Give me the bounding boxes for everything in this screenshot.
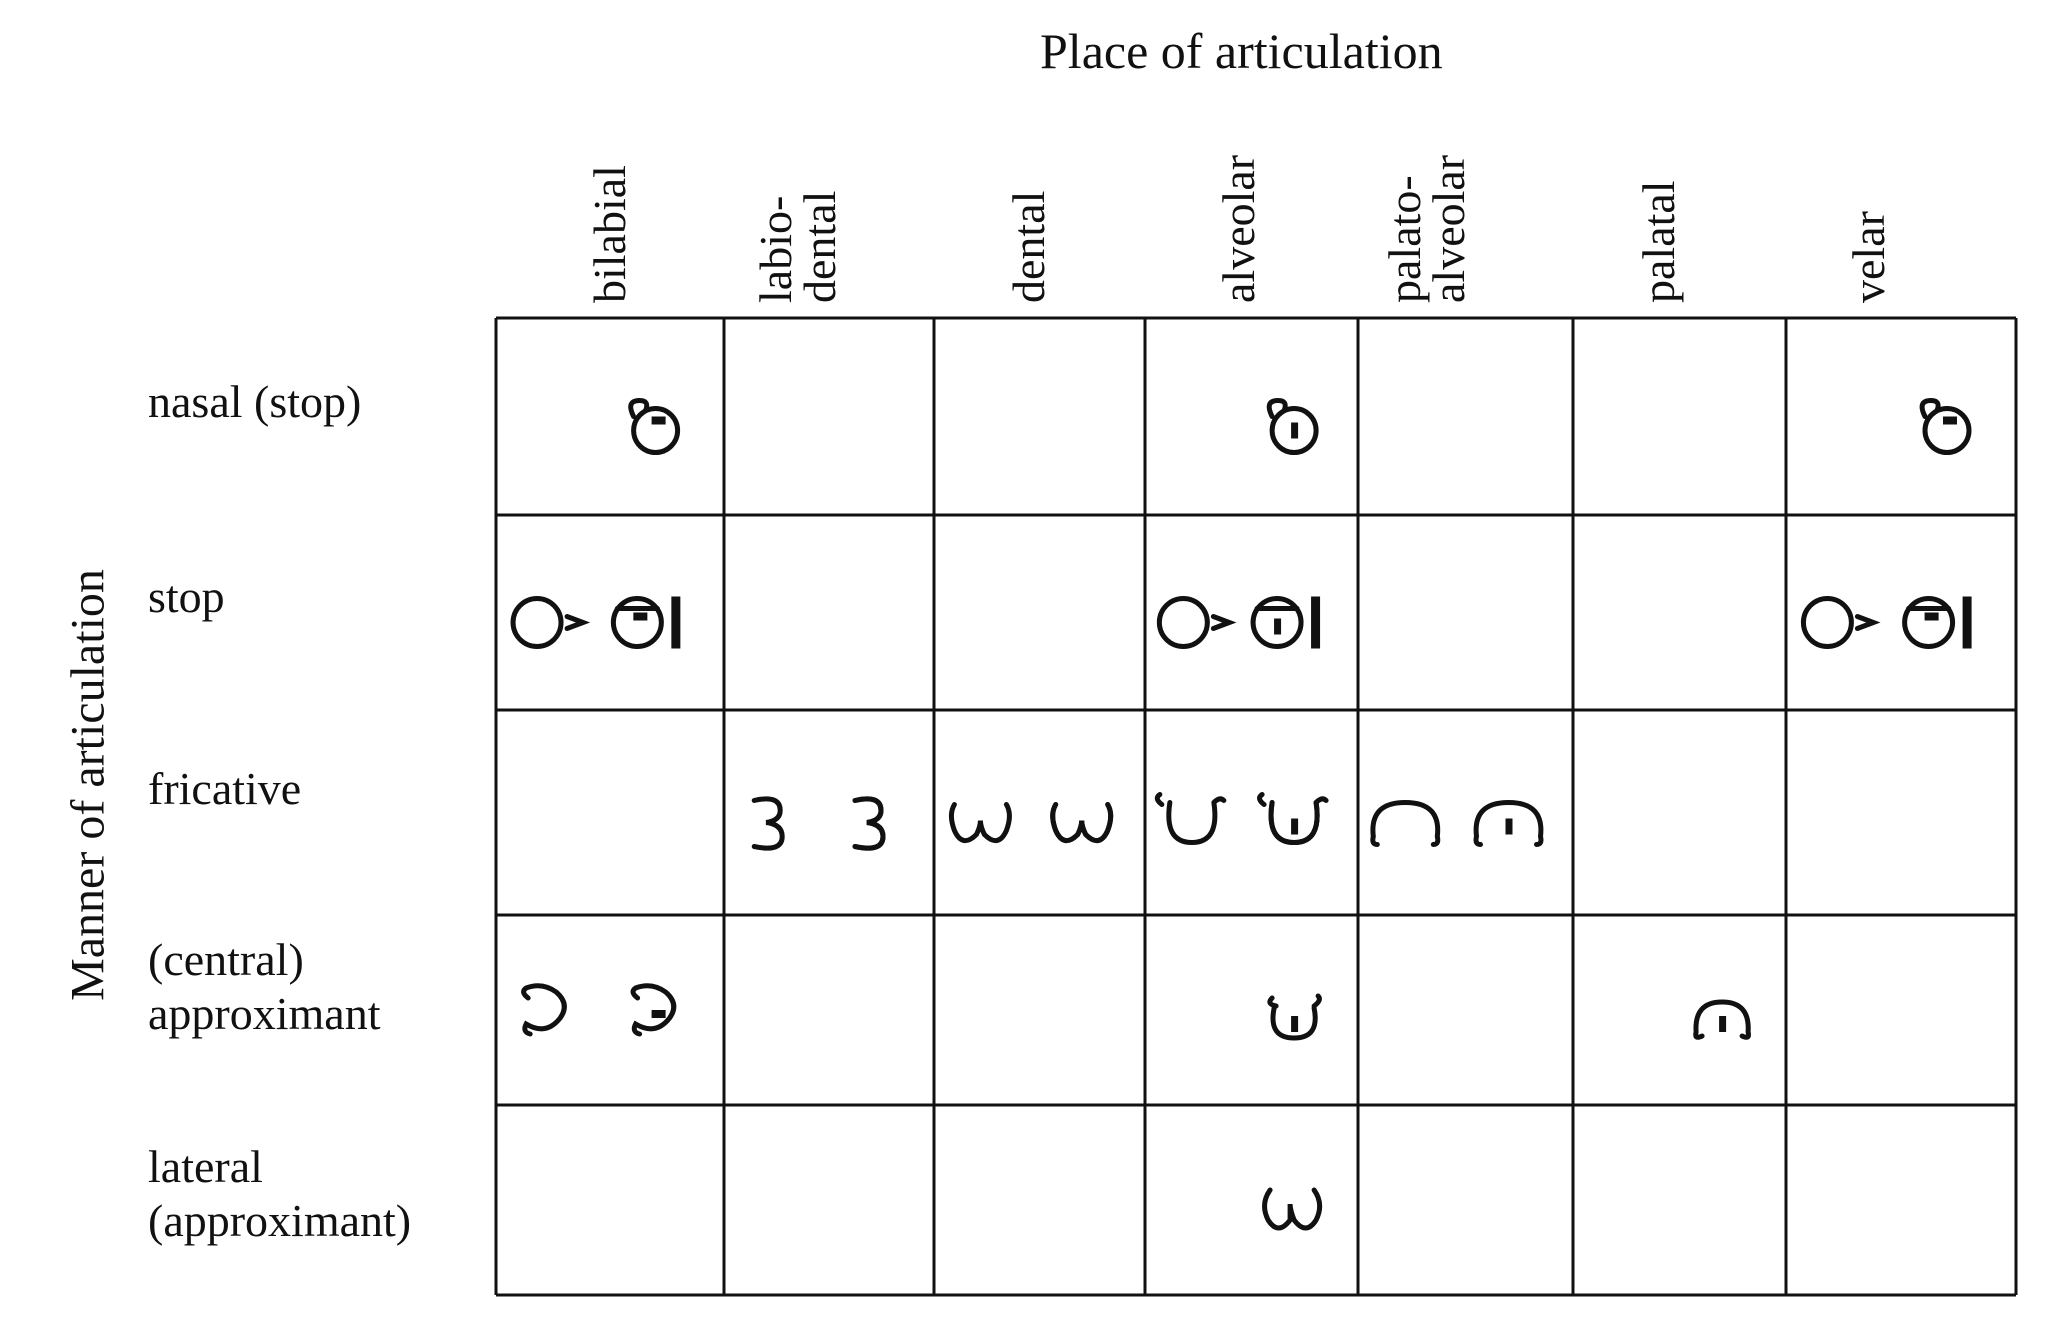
articulation-symbol-fricative-alveolar-voiceless	[1154, 792, 1227, 846]
articulation-symbol-fricative-labiodental-voiced	[852, 796, 886, 851]
articulation-symbol-approximant-bilabial-voiced	[630, 983, 677, 1037]
articulation-symbol-stop-bilabial-voiceless	[510, 596, 591, 649]
articulation-symbol-nasal-bilabial-voiced	[628, 397, 681, 455]
articulation-symbol-approximant-alveolar-voiced	[1267, 993, 1322, 1041]
articulation-symbol-stop-velar-voiced	[1902, 596, 1972, 649]
articulation-symbol-stop-bilabial-voiced	[610, 596, 681, 649]
articulation-symbol-fricative-alveolar-voiced	[1257, 792, 1329, 846]
articulation-symbol-fricative-palatoalveolar-voiced	[1473, 799, 1544, 847]
articulation-symbol-stop-alveolar-voiceless	[1156, 596, 1237, 649]
articulation-symbol-fricative-palatoalveolar-voiceless	[1370, 799, 1441, 847]
articulation-symbol-approximant-palatal-voiced	[1693, 999, 1751, 1040]
articulation-symbol-fricative-labiodental-voiceless	[751, 796, 785, 851]
grid-lines	[494, 316, 2018, 1297]
articulation-symbol-nasal-velar-voiced	[1919, 397, 1972, 455]
articulation-symbol-approximant-bilabial-voiceless	[521, 983, 567, 1037]
articulation-symbol-fricative-dental-voiceless	[948, 802, 1012, 843]
articulation-symbol-fricative-dental-voiced	[1050, 802, 1114, 843]
articulation-symbol-nasal-alveolar-voiced	[1266, 397, 1319, 455]
articulation-symbol-stop-velar-voiceless	[1800, 596, 1881, 649]
articulation-grid	[494, 316, 2018, 1297]
articulation-symbol-lateral-alveolar-voiced	[1262, 1187, 1323, 1231]
articulation-symbol-stop-alveolar-voiced	[1250, 596, 1321, 649]
